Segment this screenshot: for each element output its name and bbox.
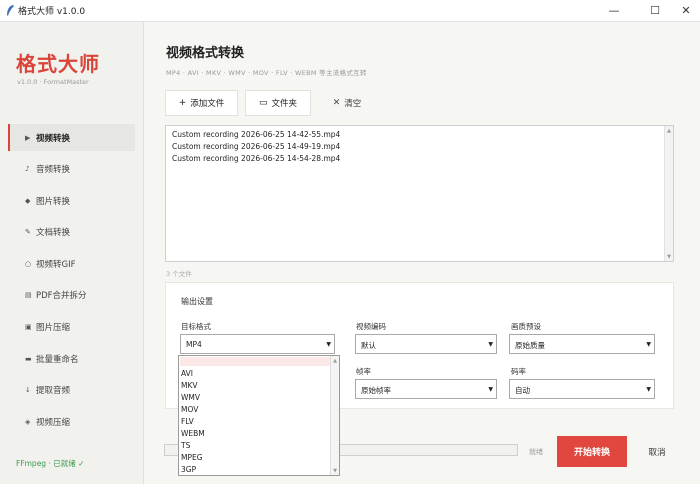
format-option-flv[interactable]: FLV bbox=[181, 417, 194, 426]
add-files-button[interactable]: + 添加文件 bbox=[165, 90, 238, 116]
sidebar-item-video-compress[interactable]: ◈ 视频压缩 bbox=[8, 408, 135, 435]
sidebar-item-label: 视频转换 bbox=[36, 133, 71, 144]
brand-title: 格式大师 bbox=[16, 52, 100, 76]
window-title: 格式大师 v1.0.0 bbox=[18, 7, 86, 17]
page-subtitle: MP4 · AVI · MKV · WMV · MOV · FLV · WEBM… bbox=[166, 69, 367, 77]
maximize-button[interactable]: ☐ bbox=[645, 2, 665, 19]
download-arrow-icon: ↓ bbox=[25, 386, 31, 395]
video-codec-select[interactable]: 默认 ▼ bbox=[355, 334, 497, 354]
chevron-down-icon: ▼ bbox=[646, 386, 651, 393]
sidebar-item-batch-rename[interactable]: ▬ 批量重命名 bbox=[8, 345, 135, 372]
scroll-down-icon[interactable]: ▼ bbox=[665, 252, 673, 261]
document-icon: ▤ bbox=[25, 291, 32, 300]
scroll-up-icon[interactable]: ▲ bbox=[331, 356, 339, 365]
clear-button[interactable]: ✕ 清空 bbox=[321, 90, 373, 116]
sidebar-item-video-convert[interactable]: ▶ 视频转换 bbox=[8, 124, 135, 151]
diamond-icon: ◆ bbox=[25, 196, 31, 205]
status-text: 就绪 bbox=[529, 448, 543, 456]
format-option-mpeg[interactable]: MPEG bbox=[181, 453, 203, 462]
dropdown-selected-row[interactable] bbox=[180, 357, 330, 366]
page-title: 视频格式转换 bbox=[166, 46, 245, 61]
scroll-up-icon[interactable]: ▲ bbox=[665, 126, 673, 135]
sidebar-nav: ▶ 视频转换 ♪ 音频转换 ◆ 图片转换 ✎ 文档转换 ○ 视频转GIF ▤ P… bbox=[8, 124, 135, 440]
sidebar-item-extract-audio[interactable]: ↓ 提取音频 bbox=[8, 377, 135, 404]
play-icon: ▶ bbox=[25, 133, 31, 142]
dropdown-scrollbar[interactable]: ▲ ▼ bbox=[330, 356, 339, 475]
version-text: v1.0.0 · FormatMaster bbox=[17, 78, 89, 86]
settings-title: 输出设置 bbox=[181, 297, 213, 306]
target-format-select[interactable]: MP4 ▼ bbox=[180, 334, 335, 354]
format-option-mov[interactable]: MOV bbox=[181, 405, 198, 414]
minimize-button[interactable]: — bbox=[604, 2, 624, 19]
list-item[interactable]: Custom recording 2026-06-25 14-42-55.mp4 bbox=[172, 130, 340, 139]
sidebar-item-label: 视频转GIF bbox=[36, 259, 76, 270]
format-option-webm[interactable]: WEBM bbox=[181, 429, 205, 438]
bitrate-select[interactable]: 自动 ▼ bbox=[509, 379, 655, 399]
close-icon: ✕ bbox=[332, 98, 341, 108]
sidebar-item-label: 图片转换 bbox=[36, 196, 71, 207]
cancel-button[interactable]: 取消 bbox=[639, 436, 675, 467]
video-codec-label: 视频编码 bbox=[356, 322, 386, 331]
sidebar-item-label: 音频转换 bbox=[36, 165, 71, 176]
sidebar-item-image-convert[interactable]: ◆ 图片转换 bbox=[8, 187, 135, 214]
pencil-icon: ✎ bbox=[25, 228, 31, 237]
clear-label: 清空 bbox=[344, 99, 362, 109]
fps-value: 原始帧率 bbox=[361, 386, 391, 395]
sidebar-item-image-compress[interactable]: ▣ 图片压缩 bbox=[8, 314, 135, 341]
list-item[interactable]: Custom recording 2026-06-25 14-54-28.mp4 bbox=[172, 154, 340, 163]
file-list-scrollbar[interactable]: ▲ ▼ bbox=[664, 126, 673, 261]
fps-select[interactable]: 原始帧率 ▼ bbox=[355, 379, 497, 399]
chevron-down-icon: ▼ bbox=[326, 341, 331, 348]
target-format-dropdown[interactable]: AVI MKV WMV MOV FLV WEBM TS MPEG 3GP ▲ ▼ bbox=[178, 355, 340, 476]
sidebar-item-pdf-merge-split[interactable]: ▤ PDF合并拆分 bbox=[8, 282, 135, 309]
format-option-3gp[interactable]: 3GP bbox=[181, 465, 196, 474]
rename-icon: ▬ bbox=[25, 354, 32, 363]
file-count: 3 个文件 bbox=[166, 270, 192, 278]
chevron-down-icon: ▼ bbox=[488, 386, 493, 393]
compress-icon: ◈ bbox=[25, 417, 31, 426]
sidebar-item-label: 视频压缩 bbox=[36, 417, 71, 428]
video-codec-value: 默认 bbox=[361, 341, 376, 350]
ffmpeg-status: FFmpeg · 已就绪 ✓ bbox=[16, 459, 85, 468]
target-format-value: MP4 bbox=[186, 340, 202, 349]
add-folder-button[interactable]: ▭ 文件夹 bbox=[245, 90, 311, 116]
format-option-ts[interactable]: TS bbox=[181, 441, 190, 450]
plus-icon: + bbox=[178, 98, 187, 108]
sidebar-item-audio-convert[interactable]: ♪ 音频转换 bbox=[8, 156, 135, 183]
fps-label: 帧率 bbox=[356, 367, 371, 376]
app-feather-icon bbox=[7, 5, 14, 16]
quality-preset-value: 原始质量 bbox=[515, 341, 545, 350]
sidebar-item-label: 文档转换 bbox=[36, 228, 71, 239]
circle-icon: ○ bbox=[25, 259, 32, 268]
close-button[interactable]: ✕ bbox=[676, 2, 696, 19]
sidebar-item-label: PDF合并拆分 bbox=[36, 291, 87, 302]
quality-preset-label: 画质预设 bbox=[511, 322, 541, 331]
add-files-label: 添加文件 bbox=[190, 99, 225, 109]
scroll-down-icon[interactable]: ▼ bbox=[331, 466, 339, 475]
sidebar-item-label: 图片压缩 bbox=[36, 323, 71, 334]
add-folder-label: 文件夹 bbox=[271, 99, 298, 109]
list-item[interactable]: Custom recording 2026-06-25 14-49-19.mp4 bbox=[172, 142, 340, 151]
format-option-mkv[interactable]: MKV bbox=[181, 381, 198, 390]
sidebar-item-video-to-gif[interactable]: ○ 视频转GIF bbox=[8, 250, 135, 277]
music-note-icon: ♪ bbox=[25, 165, 30, 174]
bitrate-label: 码率 bbox=[511, 367, 526, 376]
file-list[interactable]: Custom recording 2026-06-25 14-42-55.mp4… bbox=[165, 125, 674, 262]
format-option-wmv[interactable]: WMV bbox=[181, 393, 200, 402]
format-option-avi[interactable]: AVI bbox=[181, 369, 193, 378]
chevron-down-icon: ▼ bbox=[646, 341, 651, 348]
start-convert-button[interactable]: 开始转换 bbox=[557, 436, 627, 467]
chevron-down-icon: ▼ bbox=[488, 341, 493, 348]
sidebar-item-label: 提取音频 bbox=[36, 386, 71, 397]
quality-preset-select[interactable]: 原始质量 ▼ bbox=[509, 334, 655, 354]
bitrate-value: 自动 bbox=[515, 386, 530, 395]
sidebar: 格式大师 v1.0.0 · FormatMaster ▶ 视频转换 ♪ 音频转换… bbox=[0, 22, 144, 484]
sidebar-item-label: 批量重命名 bbox=[36, 354, 79, 365]
target-format-label: 目标格式 bbox=[181, 322, 211, 331]
image-icon: ▣ bbox=[25, 323, 32, 332]
folder-icon: ▭ bbox=[258, 98, 268, 108]
sidebar-item-document-convert[interactable]: ✎ 文档转换 bbox=[8, 219, 135, 246]
title-bar: 格式大师 v1.0.0 — ☐ ✕ bbox=[0, 0, 700, 22]
